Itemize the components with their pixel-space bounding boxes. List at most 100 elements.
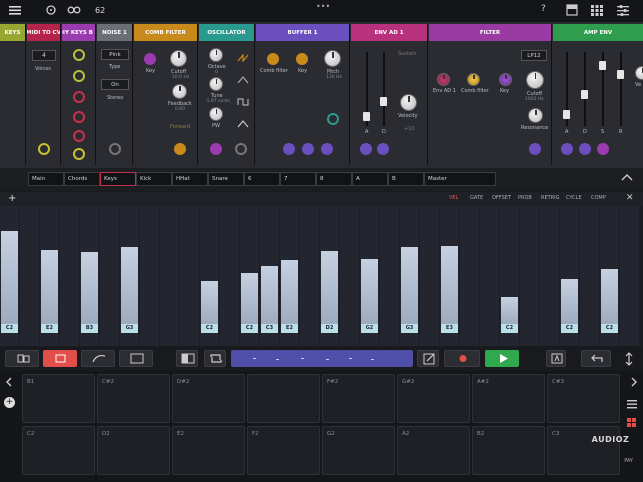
step-column[interactable]: C2 [0,206,19,346]
tab-b[interactable]: B [388,172,424,186]
step-velocity-bar[interactable] [121,247,138,324]
step-velocity-bar[interactable] [321,251,338,324]
step-velocity-bar[interactable] [281,260,298,324]
jack-1[interactable] [73,49,85,61]
step-velocity-bar[interactable] [261,266,278,324]
output-jack[interactable] [38,143,50,155]
decay-fader[interactable] [380,97,387,106]
pad-grid-icon[interactable] [627,418,637,428]
clip-button[interactable] [119,350,153,367]
saw-wave-icon[interactable] [237,54,249,62]
step-column[interactable] [220,206,239,346]
note-pad[interactable]: A2 [397,426,470,475]
note-pad[interactable]: C#2 [97,374,170,423]
step-column[interactable]: C2 [240,206,259,346]
toggle-button[interactable] [176,350,198,367]
jack-4[interactable] [73,111,85,123]
note-pad[interactable]: B1 [22,374,95,423]
note-pad[interactable]: G#2 [397,374,470,423]
note-pad[interactable]: A#2 [472,374,545,423]
tab-6[interactable]: 6 [244,172,280,186]
mode-label[interactable]: Forward [170,124,190,130]
pitch-knob[interactable] [324,50,341,67]
tab-7[interactable]: 7 [280,172,316,186]
step-column[interactable]: E2 [40,206,59,346]
option-comp[interactable]: COMP [591,195,606,201]
option-offset[interactable]: OFFSET [492,195,511,201]
step-column[interactable]: G3 [400,206,419,346]
close-icon[interactable]: ✕ [626,193,634,203]
input-jack-3[interactable] [321,143,333,155]
edit-button[interactable] [417,350,439,367]
step-column[interactable] [380,206,399,346]
key-amount-knob[interactable] [499,73,512,86]
pattern-view-button[interactable] [5,350,39,367]
link-icon[interactable] [45,4,61,18]
pw-jack[interactable] [210,143,222,155]
step-velocity-bar[interactable] [501,297,518,324]
sliders-icon[interactable] [617,4,633,18]
add-icon[interactable]: + [8,193,16,204]
velocity-jack[interactable] [597,143,609,155]
sine-wave-icon[interactable] [237,120,249,128]
trigger-jack[interactable] [377,143,389,155]
step-column[interactable]: C3 [260,206,279,346]
step-column[interactable] [340,206,359,346]
step-velocity-bar[interactable] [361,259,378,324]
note-pad[interactable] [247,374,320,423]
step-column[interactable]: B3 [80,206,99,346]
step-column[interactable] [180,206,199,346]
option-prob[interactable]: PROB [518,195,532,201]
resize-arrows-icon[interactable] [624,352,634,366]
input-jack-2[interactable] [302,143,314,155]
sustain-fader[interactable] [599,61,606,70]
gate-jack[interactable] [360,143,372,155]
gate-jack[interactable] [561,143,573,155]
note-pad[interactable]: D#2 [172,374,245,423]
output-jack[interactable] [529,143,541,155]
step-column[interactable]: E2 [280,206,299,346]
comb-filter-jack[interactable] [267,53,279,65]
step-column[interactable] [520,206,539,346]
output-jack[interactable] [327,113,339,125]
step-column[interactable] [100,206,119,346]
record-mode-button[interactable] [43,350,77,367]
step-velocity-bar[interactable] [81,252,98,324]
option-cycle[interactable]: CYCLE [566,195,582,201]
comb-amount-knob[interactable] [467,73,480,86]
step-velocity-bar[interactable] [41,250,58,324]
tab-master[interactable]: Master [424,172,496,186]
step-velocity-bar[interactable] [601,269,618,324]
option-retrig[interactable]: RETRIG [541,195,560,201]
step-column[interactable] [140,206,159,346]
note-pad[interactable]: C#3 [547,374,620,423]
key-jack[interactable] [144,53,156,65]
tab-8[interactable]: 8 [316,172,352,186]
step-velocity-bar[interactable] [401,247,418,324]
undo-button[interactable] [581,350,611,367]
cutoff-knob[interactable] [170,50,187,67]
step-column[interactable]: D2 [320,206,339,346]
filter-type-value[interactable]: LP12 [521,50,547,61]
curve-button[interactable] [81,350,115,367]
menu-icon[interactable] [9,4,25,18]
option-vel[interactable]: VEL [449,195,458,201]
square-wave-icon[interactable] [237,98,249,106]
step-column[interactable] [20,206,39,346]
step-column[interactable] [540,206,559,346]
velocity-knob[interactable] [400,94,417,111]
repeat-button[interactable] [204,350,226,367]
velocity-knob[interactable] [635,66,643,80]
tab-snare[interactable]: Snare [208,172,244,186]
note-pad[interactable]: G2 [322,426,395,475]
jack-6[interactable] [73,148,85,160]
feedback-knob[interactable] [172,84,187,99]
cutoff-knob[interactable] [526,71,544,89]
step-column[interactable] [300,206,319,346]
note-pad[interactable]: D2 [97,426,170,475]
step-velocity-bar[interactable] [561,279,578,324]
tab-keys[interactable]: Keys [100,172,136,186]
decay-slider-track[interactable] [584,52,586,126]
input-jack-1[interactable] [283,143,295,155]
step-column[interactable] [620,206,639,346]
